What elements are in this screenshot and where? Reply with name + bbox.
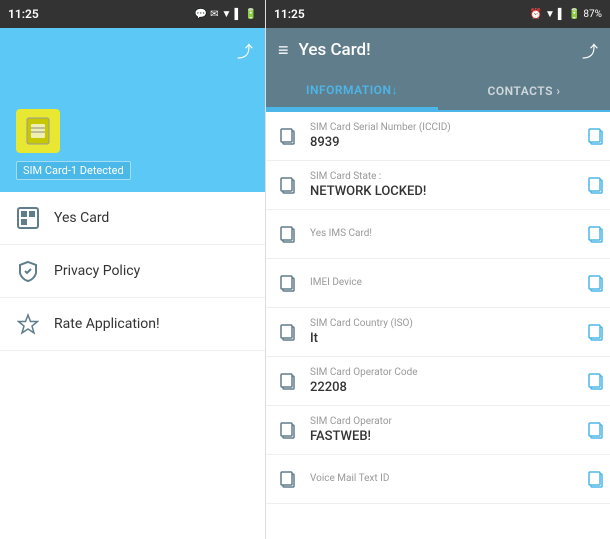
- info-content-5: SIM Card Operator Code 22208: [310, 367, 574, 395]
- wifi-icon: ▼: [222, 9, 232, 20]
- copy-icon-right-5[interactable]: [582, 367, 610, 395]
- tab-contacts-label: CONTACTS ›: [487, 84, 560, 98]
- info-content-4: SIM Card Country (ISO) It: [310, 318, 574, 346]
- status-bar-right: 11:25 ⏰ ▼ ▌ 🔋 87%: [266, 0, 610, 28]
- copy-icon-right-4[interactable]: [582, 318, 610, 346]
- copy-icon-right-0[interactable]: [582, 122, 610, 150]
- signal-icon: ▌: [234, 9, 241, 20]
- tab-information[interactable]: INFORMATION↓: [266, 72, 438, 110]
- info-content-2: Yes IMS Card!: [310, 228, 574, 241]
- copy-icon-left-1[interactable]: [274, 171, 302, 199]
- copy-icon-right-2[interactable]: [582, 220, 610, 248]
- copy-icon-right-7[interactable]: [582, 465, 610, 493]
- info-item-voicemail: Voice Mail Text ID: [266, 455, 610, 504]
- yes-card-icon: [16, 206, 40, 230]
- yes-card-label: Yes Card: [54, 210, 109, 226]
- nav-list: Yes Card Privacy Policy Rate Application…: [0, 192, 265, 539]
- info-content-6: SIM Card Operator FASTWEB!: [310, 416, 574, 444]
- signal-icon-right: ▌: [558, 9, 565, 20]
- info-label-0: SIM Card Serial Number (ICCID): [310, 122, 574, 133]
- share-icon-left[interactable]: ⤴: [237, 38, 253, 62]
- info-label-4: SIM Card Country (ISO): [310, 318, 574, 329]
- copy-icon-left-7[interactable]: [274, 465, 302, 493]
- copy-icon-right-3[interactable]: [582, 269, 610, 297]
- tab-contacts[interactable]: CONTACTS ›: [438, 72, 610, 110]
- battery-icon-right: 🔋: [568, 9, 580, 20]
- right-panel: 11:25 ⏰ ▼ ▌ 🔋 87% ≡ Yes Card! ⤴ INFORMAT…: [265, 0, 610, 539]
- mail-icon: ✉: [210, 9, 218, 20]
- copy-icon-left-5[interactable]: [274, 367, 302, 395]
- info-item-ims: Yes IMS Card!: [266, 210, 610, 259]
- rate-application-label: Rate Application!: [54, 316, 160, 332]
- info-value-4: It: [310, 331, 574, 346]
- wifi-icon-right: ▼: [545, 9, 555, 20]
- sim-detected-badge: SIM Card-1 Detected: [16, 161, 131, 180]
- sim-icon: [16, 109, 60, 153]
- info-label-5: SIM Card Operator Code: [310, 367, 574, 378]
- copy-icon-left-2[interactable]: [274, 220, 302, 248]
- status-icons-right: ⏰ ▼ ▌ 🔋 87%: [530, 9, 602, 20]
- privacy-policy-label: Privacy Policy: [54, 263, 140, 279]
- status-bar-left: 11:25 💬 ✉ ▼ ▌ 🔋: [0, 0, 265, 28]
- info-content-3: IMEI Device: [310, 277, 574, 290]
- time-right: 11:25: [274, 7, 305, 21]
- info-label-1: SIM Card State :: [310, 171, 574, 182]
- info-label-3: IMEI Device: [310, 277, 574, 288]
- info-item-operator-code: SIM Card Operator Code 22208: [266, 357, 610, 406]
- info-content-7: Voice Mail Text ID: [310, 473, 574, 486]
- info-list: SIM Card Serial Number (ICCID) 8939 SIM …: [266, 112, 610, 539]
- info-item-iccid: SIM Card Serial Number (ICCID) 8939: [266, 112, 610, 161]
- copy-icon-left-3[interactable]: [274, 269, 302, 297]
- info-value-5: 22208: [310, 380, 574, 395]
- hamburger-icon[interactable]: ≡: [278, 40, 289, 61]
- copy-icon-left-4[interactable]: [274, 318, 302, 346]
- tab-bar: INFORMATION↓ CONTACTS ›: [266, 72, 610, 112]
- info-label-7: Voice Mail Text ID: [310, 473, 574, 484]
- left-panel: 11:25 💬 ✉ ▼ ▌ 🔋 ⤴ SIM Card-1 Detected: [0, 0, 265, 539]
- privacy-icon: [16, 259, 40, 283]
- whatsapp-icon: 💬: [195, 9, 207, 20]
- nav-item-yes-card[interactable]: Yes Card: [0, 192, 265, 245]
- info-content-0: SIM Card Serial Number (ICCID) 8939: [310, 122, 574, 150]
- copy-icon-left-6[interactable]: [274, 416, 302, 444]
- info-content-1: SIM Card State : NETWORK LOCKED!: [310, 171, 574, 199]
- copy-icon-right-1[interactable]: [582, 171, 610, 199]
- battery-icon-left: 🔋: [245, 9, 257, 20]
- clock-icon: ⏰: [530, 9, 542, 20]
- battery-percent: 87%: [583, 9, 602, 20]
- info-value-6: FASTWEB!: [310, 429, 574, 444]
- share-icon-header[interactable]: ⤴: [582, 38, 598, 62]
- copy-icon-left-0[interactable]: [274, 122, 302, 150]
- rate-icon: [16, 312, 40, 336]
- info-item-state: SIM Card State : NETWORK LOCKED!: [266, 161, 610, 210]
- left-top-bar: ⤴: [0, 28, 265, 72]
- info-label-6: SIM Card Operator: [310, 416, 574, 427]
- tab-information-label: INFORMATION↓: [306, 83, 398, 97]
- copy-icon-right-6[interactable]: [582, 416, 610, 444]
- nav-item-privacy-policy[interactable]: Privacy Policy: [0, 245, 265, 298]
- info-value-1: NETWORK LOCKED!: [310, 184, 574, 199]
- time-left: 11:25: [8, 7, 39, 21]
- info-item-operator: SIM Card Operator FASTWEB!: [266, 406, 610, 455]
- status-icons-left: 💬 ✉ ▼ ▌ 🔋: [195, 9, 257, 20]
- sim-detected-area: SIM Card-1 Detected: [0, 72, 265, 192]
- info-label-2: Yes IMS Card!: [310, 228, 574, 239]
- app-title: Yes Card!: [299, 40, 572, 60]
- app-header: ≡ Yes Card! ⤴: [266, 28, 610, 72]
- info-value-0: 8939: [310, 135, 574, 150]
- info-item-imei: IMEI Device: [266, 259, 610, 308]
- nav-item-rate-application[interactable]: Rate Application!: [0, 298, 265, 351]
- info-item-country: SIM Card Country (ISO) It: [266, 308, 610, 357]
